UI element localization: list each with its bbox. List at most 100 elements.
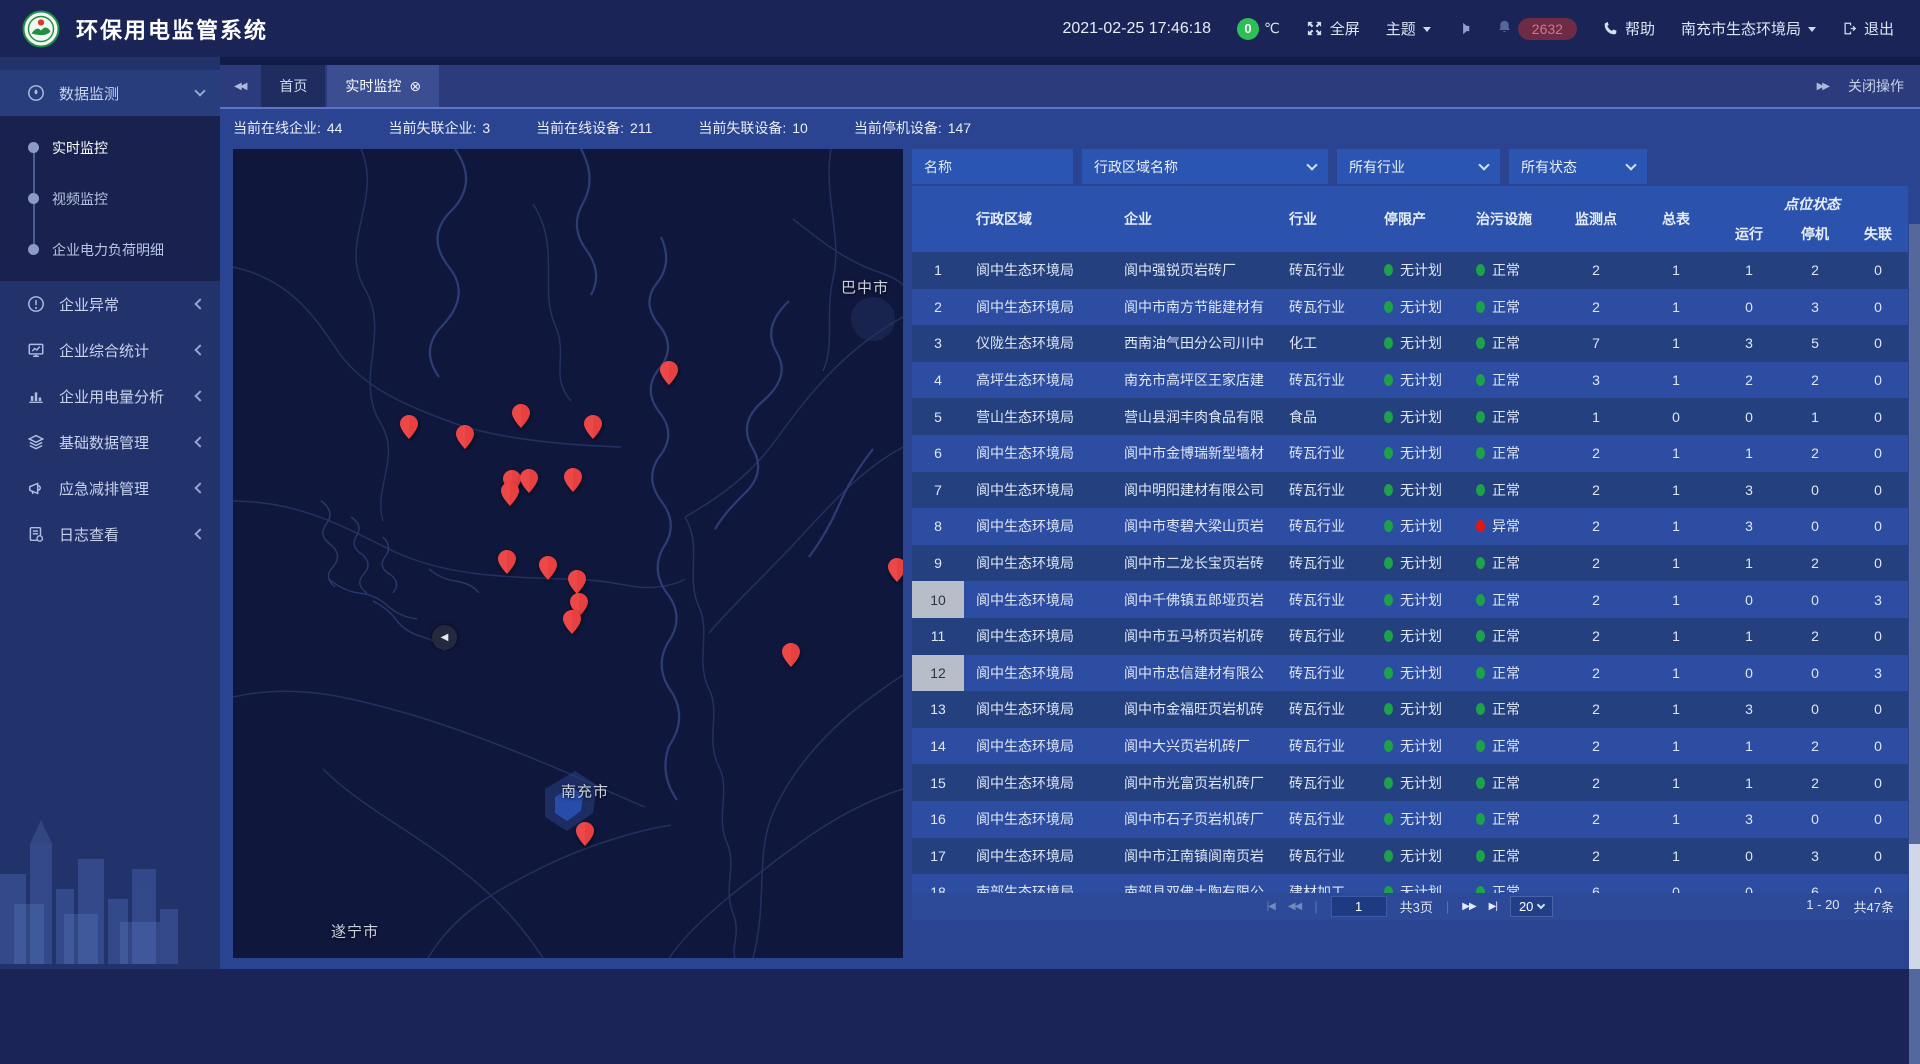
page-title: 环保用电监管系统 <box>76 13 268 45</box>
next-page-button[interactable]: ▶▶ <box>1462 901 1475 912</box>
sidebar-item-enterprise-abnormal[interactable]: 企业异常 <box>0 281 220 327</box>
tabs-scroll-right-icon[interactable]: ▶▶ <box>1817 81 1828 92</box>
table-row[interactable]: 16阆中生态环境局阆中市石子页岩机砖厂砖瓦行业无计划正常21300 <box>912 801 1908 838</box>
limit-status-label: 无计划 <box>1400 736 1442 756</box>
page-number-input[interactable] <box>1331 896 1387 917</box>
table-row[interactable]: 2阆中生态环境局阆中市南方节能建材有砖瓦行业无计划正常21030 <box>912 289 1908 326</box>
status-dot-icon <box>1476 703 1485 715</box>
map-marker-icon[interactable] <box>456 425 474 449</box>
fullscreen-button[interactable]: 全屏 <box>1306 18 1360 39</box>
cell-company: 阆中大兴页岩机砖厂 <box>1112 728 1277 765</box>
table-row[interactable]: 18南部生态环境局南部县双佛土陶有限公建材加工无计划正常60060 <box>912 874 1908 893</box>
help-button[interactable]: 帮助 <box>1603 18 1655 39</box>
cell-lost: 0 <box>1848 874 1908 893</box>
table-row[interactable]: 15阆中生态环境局阆中市光富页岩机砖厂砖瓦行业无计划正常21120 <box>912 764 1908 801</box>
table-row[interactable]: 9阆中生态环境局阆中市二龙长宝页岩砖砖瓦行业无计划正常21120 <box>912 545 1908 582</box>
map-marker-icon[interactable] <box>576 822 594 846</box>
cell-company: 阆中市光富页岩机砖厂 <box>1112 764 1277 801</box>
close-operations-button[interactable]: 关闭操作 <box>1848 76 1904 96</box>
sidebar-item-base-data-management[interactable]: 基础数据管理 <box>0 419 220 465</box>
table-row[interactable]: 4高坪生态环境局南充市高坪区王家店建砖瓦行业无计划正常31220 <box>912 362 1908 399</box>
table-row[interactable]: 11阆中生态环境局阆中市五马桥页岩机砖砖瓦行业无计划正常21120 <box>912 618 1908 655</box>
map-marker-icon[interactable] <box>568 570 586 594</box>
tab-close-icon[interactable]: ⊗ <box>409 78 421 95</box>
last-page-button[interactable]: ▶| <box>1489 901 1497 912</box>
status-dot-icon <box>1384 850 1393 862</box>
tabs-scroll-left-icon[interactable]: ◀◀ <box>234 81 245 92</box>
sidebar-item-emergency-reduction[interactable]: 应急减排管理 <box>0 465 220 511</box>
sidebar-item-enterprise-statistics[interactable]: 企业综合统计 <box>0 327 220 373</box>
table-row[interactable]: 3仪陇生态环境局西南油气田分公司川中化工无计划正常71350 <box>912 325 1908 362</box>
industry-select[interactable]: 所有行业 <box>1337 149 1500 184</box>
map-marker-icon[interactable] <box>584 415 602 439</box>
cell-industry: 砖瓦行业 <box>1277 764 1372 801</box>
cell-facility-status: 正常 <box>1464 728 1556 765</box>
cell-meters: 1 <box>1636 581 1716 618</box>
name-search-input[interactable] <box>912 149 1073 184</box>
scrollbar-thumb[interactable] <box>1909 844 1920 969</box>
logout-button[interactable]: 退出 <box>1842 18 1894 39</box>
table-row[interactable]: 8阆中生态环境局阆中市枣碧大梁山页岩砖瓦行业无计划异常21300 <box>912 508 1908 545</box>
table-row[interactable]: 1阆中生态环境局阆中强锐页岩砖厂砖瓦行业无计划正常21120 <box>912 252 1908 289</box>
cell-industry: 砖瓦行业 <box>1277 581 1372 618</box>
first-page-button[interactable]: |◀ <box>1267 901 1275 912</box>
map-marker-icon[interactable] <box>563 610 581 634</box>
total-pages-label: 共3页 <box>1400 897 1433 916</box>
status-dot-icon <box>1384 337 1393 349</box>
status-dot-icon <box>1384 886 1393 893</box>
limit-status-label: 无计划 <box>1400 370 1442 390</box>
limit-status-label: 无计划 <box>1400 553 1442 573</box>
sidebar-subitem[interactable]: 企业电力负荷明细 <box>0 224 220 275</box>
page-size-select[interactable]: 20 <box>1510 896 1553 917</box>
sidebar-subitem[interactable]: 视频监控 <box>0 173 220 224</box>
table-row[interactable]: 6阆中生态环境局阆中市金博瑞新型墙材砖瓦行业无计划正常21120 <box>912 435 1908 472</box>
notification-widget[interactable]: 2632 <box>1497 18 1577 40</box>
table-row[interactable]: 5营山生态环境局营山县润丰肉食品有限食品无计划正常10010 <box>912 398 1908 435</box>
map-marker-icon[interactable] <box>539 556 557 580</box>
cell-company: 阆中市石子页岩机砖厂 <box>1112 801 1277 838</box>
sidebar-item-log-view[interactable]: 日志查看 <box>0 511 220 557</box>
map-marker-icon[interactable] <box>512 404 530 428</box>
page-size-value: 20 <box>1519 899 1533 914</box>
table-row[interactable]: 13阆中生态环境局阆中市金福旺页岩机砖砖瓦行业无计划正常21300 <box>912 691 1908 728</box>
notification-count-badge: 2632 <box>1518 18 1577 40</box>
prev-page-button[interactable]: ◀◀ <box>1288 901 1301 912</box>
table-row[interactable]: 10阆中生态环境局阆中千佛镇五郎垭页岩砖瓦行业无计划正常21003 <box>912 581 1908 618</box>
map-panel-collapse-button[interactable]: ◀ <box>432 625 457 650</box>
cell-meters: 1 <box>1636 764 1716 801</box>
industry-select-value: 所有行业 <box>1349 157 1405 177</box>
map-marker-icon[interactable] <box>501 482 519 506</box>
theme-button[interactable]: 主题 <box>1386 18 1431 39</box>
sidebar-subitem[interactable]: 实时监控 <box>0 122 220 173</box>
table-row[interactable]: 12阆中生态环境局阆中市忠信建材有限公砖瓦行业无计划正常21003 <box>912 655 1908 692</box>
map-marker-icon[interactable] <box>888 558 903 582</box>
fullscreen-label: 全屏 <box>1330 18 1360 39</box>
map-city-label: 南充市 <box>561 781 609 802</box>
table-row[interactable]: 17阆中生态环境局阆中市江南镇阆南页岩砖瓦行业无计划正常21030 <box>912 838 1908 875</box>
map-marker-icon[interactable] <box>400 415 418 439</box>
cell-lost: 0 <box>1848 764 1908 801</box>
map-marker-icon[interactable] <box>660 361 678 385</box>
cell-meters: 1 <box>1636 655 1716 692</box>
table-row[interactable]: 7阆中生态环境局阆中明阳建材有限公司砖瓦行业无计划正常21300 <box>912 472 1908 509</box>
scrollbar[interactable] <box>1909 224 1920 1064</box>
region-select[interactable]: 行政区域名称 <box>1082 149 1328 184</box>
limit-status-label: 无计划 <box>1400 590 1442 610</box>
sidebar-item-data-monitoring[interactable]: 数据监测 <box>0 70 220 116</box>
map-marker-icon[interactable] <box>520 469 538 493</box>
organization-menu[interactable]: 南充市生态环境局 <box>1681 18 1816 39</box>
tab-home[interactable]: 首页 <box>261 65 325 107</box>
map-marker-icon[interactable] <box>564 468 582 492</box>
map-marker-icon[interactable] <box>782 643 800 667</box>
cell-industry: 砖瓦行业 <box>1277 545 1372 582</box>
map-panel[interactable]: 巴中市南充市遂宁市 <box>233 149 903 958</box>
cell-lost: 0 <box>1848 435 1908 472</box>
sidebar-item-power-usage-analysis[interactable]: 企业用电量分析 <box>0 373 220 419</box>
cell-limit-status: 无计划 <box>1372 838 1464 875</box>
stat-item: 当前失联企业:3 <box>388 118 490 141</box>
status-select[interactable]: 所有状态 <box>1509 149 1647 184</box>
tab-realtime-monitor[interactable]: 实时监控 ⊗ <box>327 65 439 107</box>
map-marker-icon[interactable] <box>498 550 516 574</box>
sound-button[interactable] <box>1457 21 1471 36</box>
table-row[interactable]: 14阆中生态环境局阆中大兴页岩机砖厂砖瓦行业无计划正常21120 <box>912 728 1908 765</box>
